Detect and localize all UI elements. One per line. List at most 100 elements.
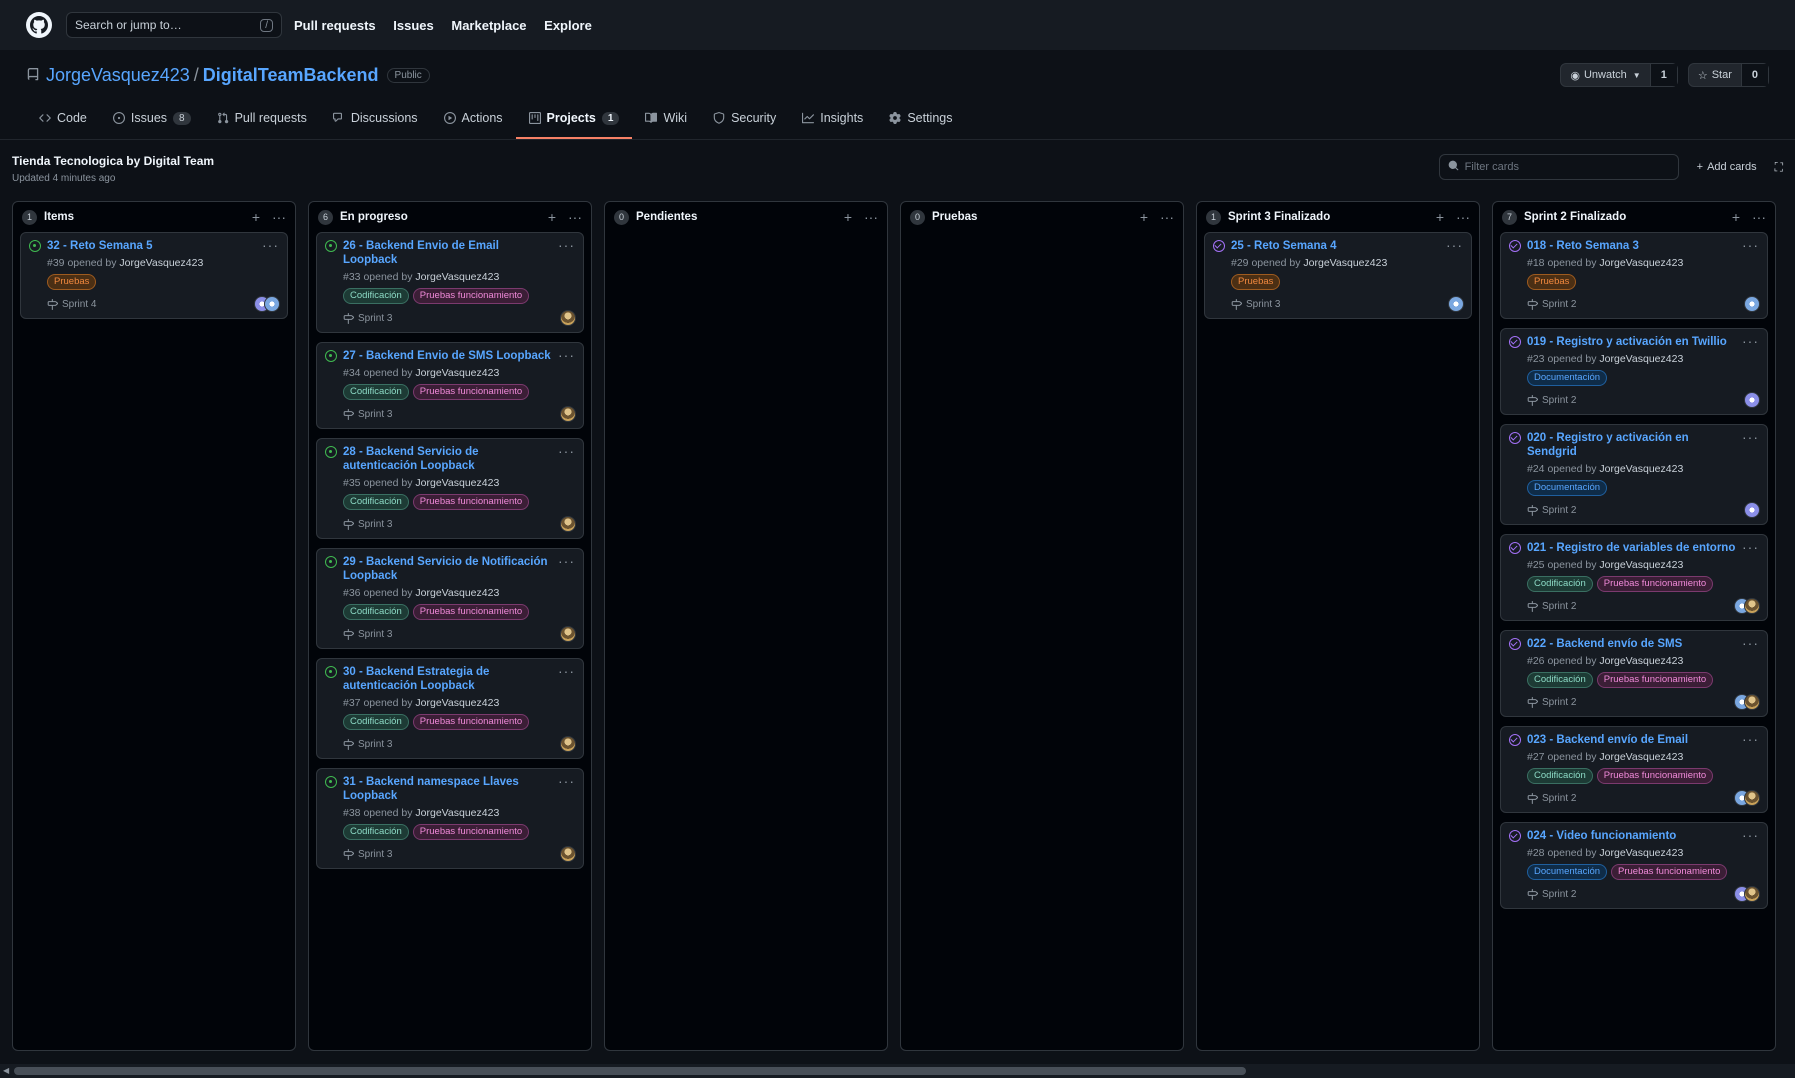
milestone[interactable]: Sprint 4 <box>47 298 96 310</box>
add-card-icon[interactable]: + <box>548 209 556 225</box>
scroll-left-icon[interactable]: ◀ <box>3 1066 9 1075</box>
column-menu-icon[interactable]: ··· <box>864 209 878 225</box>
unwatch-button[interactable]: ◉ Unwatch ▼ <box>1561 64 1649 86</box>
issue-title-link[interactable]: 25 - Reto Semana 4 <box>1231 239 1464 253</box>
card-menu-icon[interactable]: ··· <box>1742 635 1759 651</box>
issue-title-link[interactable]: 28 - Backend Servicio de autenticación L… <box>343 445 576 473</box>
issue-label[interactable]: Pruebas funcionamiento <box>412 714 530 730</box>
issue-card[interactable]: 26 - Backend Envio de Email Loopback ···… <box>316 232 584 333</box>
issue-author-link[interactable]: JorgeVasquez423 <box>415 697 499 709</box>
milestone[interactable]: Sprint 3 <box>1231 298 1280 310</box>
scrollbar-thumb[interactable] <box>14 1067 1246 1075</box>
assignee-avatar[interactable] <box>560 406 576 422</box>
issue-label[interactable]: Codificación <box>343 384 409 400</box>
card-menu-icon[interactable]: ··· <box>1742 731 1759 747</box>
card-menu-icon[interactable]: ··· <box>1742 429 1759 445</box>
star-button[interactable]: ☆ Star <box>1689 64 1741 86</box>
milestone[interactable]: Sprint 3 <box>343 738 392 750</box>
card-menu-icon[interactable]: ··· <box>558 773 575 789</box>
issue-label[interactable]: Pruebas <box>1527 274 1577 290</box>
milestone[interactable]: Sprint 2 <box>1527 394 1576 406</box>
issue-title-link[interactable]: 018 - Reto Semana 3 <box>1527 239 1760 253</box>
issue-author-link[interactable]: JorgeVasquez423 <box>415 367 499 379</box>
issue-card[interactable]: 25 - Reto Semana 4 ··· #29 opened by Jor… <box>1204 232 1472 319</box>
issue-author-link[interactable]: JorgeVasquez423 <box>415 271 499 283</box>
nav-marketplace[interactable]: Marketplace <box>451 18 526 33</box>
add-card-icon[interactable]: + <box>844 209 852 225</box>
issue-title-link[interactable]: 26 - Backend Envio de Email Loopback <box>343 239 576 267</box>
assignee-avatar[interactable] <box>1744 790 1760 806</box>
column-menu-icon[interactable]: ··· <box>1456 209 1470 225</box>
issue-card[interactable]: 31 - Backend namespace Llaves Loopback ·… <box>316 768 584 869</box>
card-menu-icon[interactable]: ··· <box>1742 333 1759 349</box>
assignee-avatar[interactable] <box>1744 392 1760 408</box>
issue-author-link[interactable]: JorgeVasquez423 <box>1599 257 1683 269</box>
issue-label[interactable]: Codificación <box>1527 768 1593 784</box>
issue-label[interactable]: Documentación <box>1527 864 1608 880</box>
issue-label[interactable]: Pruebas funcionamiento <box>412 384 530 400</box>
issue-card[interactable]: 021 - Registro de variables de entorno ·… <box>1500 534 1768 621</box>
issue-title-link[interactable]: 022 - Backend envío de SMS <box>1527 637 1760 651</box>
issue-author-link[interactable]: JorgeVasquez423 <box>1303 257 1387 269</box>
assignee-avatar[interactable] <box>560 310 576 326</box>
issue-label[interactable]: Pruebas funcionamiento <box>1596 768 1714 784</box>
add-card-icon[interactable]: + <box>252 209 260 225</box>
tab-pull-requests[interactable]: Pull requests <box>204 111 320 139</box>
card-menu-icon[interactable]: ··· <box>558 663 575 679</box>
issue-label[interactable]: Pruebas funcionamiento <box>1596 576 1714 592</box>
issue-author-link[interactable]: JorgeVasquez423 <box>1599 463 1683 475</box>
nav-explore[interactable]: Explore <box>544 18 592 33</box>
issue-label[interactable]: Pruebas funcionamiento <box>1611 864 1728 880</box>
milestone[interactable]: Sprint 3 <box>343 848 392 860</box>
assignee-avatar[interactable] <box>1744 296 1760 312</box>
nav-pull-requests[interactable]: Pull requests <box>294 18 376 33</box>
issue-card[interactable]: 022 - Backend envío de SMS ··· #26 opene… <box>1500 630 1768 717</box>
issue-card[interactable]: 30 - Backend Estrategia de autenticación… <box>316 658 584 759</box>
card-menu-icon[interactable]: ··· <box>558 347 575 363</box>
milestone[interactable]: Sprint 2 <box>1527 504 1576 516</box>
issue-label[interactable]: Pruebas <box>1231 274 1281 290</box>
issue-author-link[interactable]: JorgeVasquez423 <box>119 257 203 269</box>
card-menu-icon[interactable]: ··· <box>558 237 575 253</box>
issue-author-link[interactable]: JorgeVasquez423 <box>415 477 499 489</box>
card-menu-icon[interactable]: ··· <box>558 553 575 569</box>
repo-owner-link[interactable]: JorgeVasquez423 <box>46 65 190 86</box>
issue-card[interactable]: 018 - Reto Semana 3 ··· #18 opened by Jo… <box>1500 232 1768 319</box>
card-menu-icon[interactable]: ··· <box>262 237 279 253</box>
assignee-avatar[interactable] <box>1744 598 1760 614</box>
tab-code[interactable]: Code <box>26 111 100 139</box>
milestone[interactable]: Sprint 2 <box>1527 298 1576 310</box>
tab-projects[interactable]: Projects 1 <box>515 111 633 139</box>
assignee-avatar[interactable] <box>1448 296 1464 312</box>
assignee-avatar[interactable] <box>560 516 576 532</box>
issue-label[interactable]: Pruebas funcionamiento <box>412 494 530 510</box>
issue-author-link[interactable]: JorgeVasquez423 <box>1599 751 1683 763</box>
tab-settings[interactable]: Settings <box>876 111 965 139</box>
tab-actions[interactable]: Actions <box>431 111 516 139</box>
nav-issues[interactable]: Issues <box>393 18 433 33</box>
issue-card[interactable]: 020 - Registro y activación en Sendgrid … <box>1500 424 1768 525</box>
global-search-input[interactable]: Search or jump to… / <box>66 12 282 38</box>
issue-author-link[interactable]: JorgeVasquez423 <box>415 807 499 819</box>
issue-label[interactable]: Codificación <box>343 604 409 620</box>
fullscreen-icon[interactable]: ⛶ <box>1775 160 1783 175</box>
tab-issues[interactable]: Issues 8 <box>100 111 204 139</box>
milestone[interactable]: Sprint 3 <box>343 518 392 530</box>
card-menu-icon[interactable]: ··· <box>1446 237 1463 253</box>
issue-label[interactable]: Codificación <box>343 494 409 510</box>
card-menu-icon[interactable]: ··· <box>1742 539 1759 555</box>
issue-label[interactable]: Pruebas funcionamiento <box>412 824 530 840</box>
github-logo-icon[interactable] <box>26 12 52 38</box>
card-menu-icon[interactable]: ··· <box>558 443 575 459</box>
issue-card[interactable]: 28 - Backend Servicio de autenticación L… <box>316 438 584 539</box>
issue-label[interactable]: Codificación <box>1527 576 1593 592</box>
issue-title-link[interactable]: 29 - Backend Servicio de Notificación Lo… <box>343 555 576 583</box>
repo-name-link[interactable]: DigitalTeamBackend <box>203 65 379 86</box>
add-card-icon[interactable]: + <box>1732 209 1740 225</box>
assignee-avatar[interactable] <box>1744 694 1760 710</box>
issue-title-link[interactable]: 019 - Registro y activación en Twillio <box>1527 335 1760 349</box>
issue-label[interactable]: Codificación <box>343 288 409 304</box>
issue-title-link[interactable]: 31 - Backend namespace Llaves Loopback <box>343 775 576 803</box>
horizontal-scrollbar[interactable]: ◀ <box>0 1064 1795 1078</box>
assignee-avatar[interactable] <box>1744 886 1760 902</box>
